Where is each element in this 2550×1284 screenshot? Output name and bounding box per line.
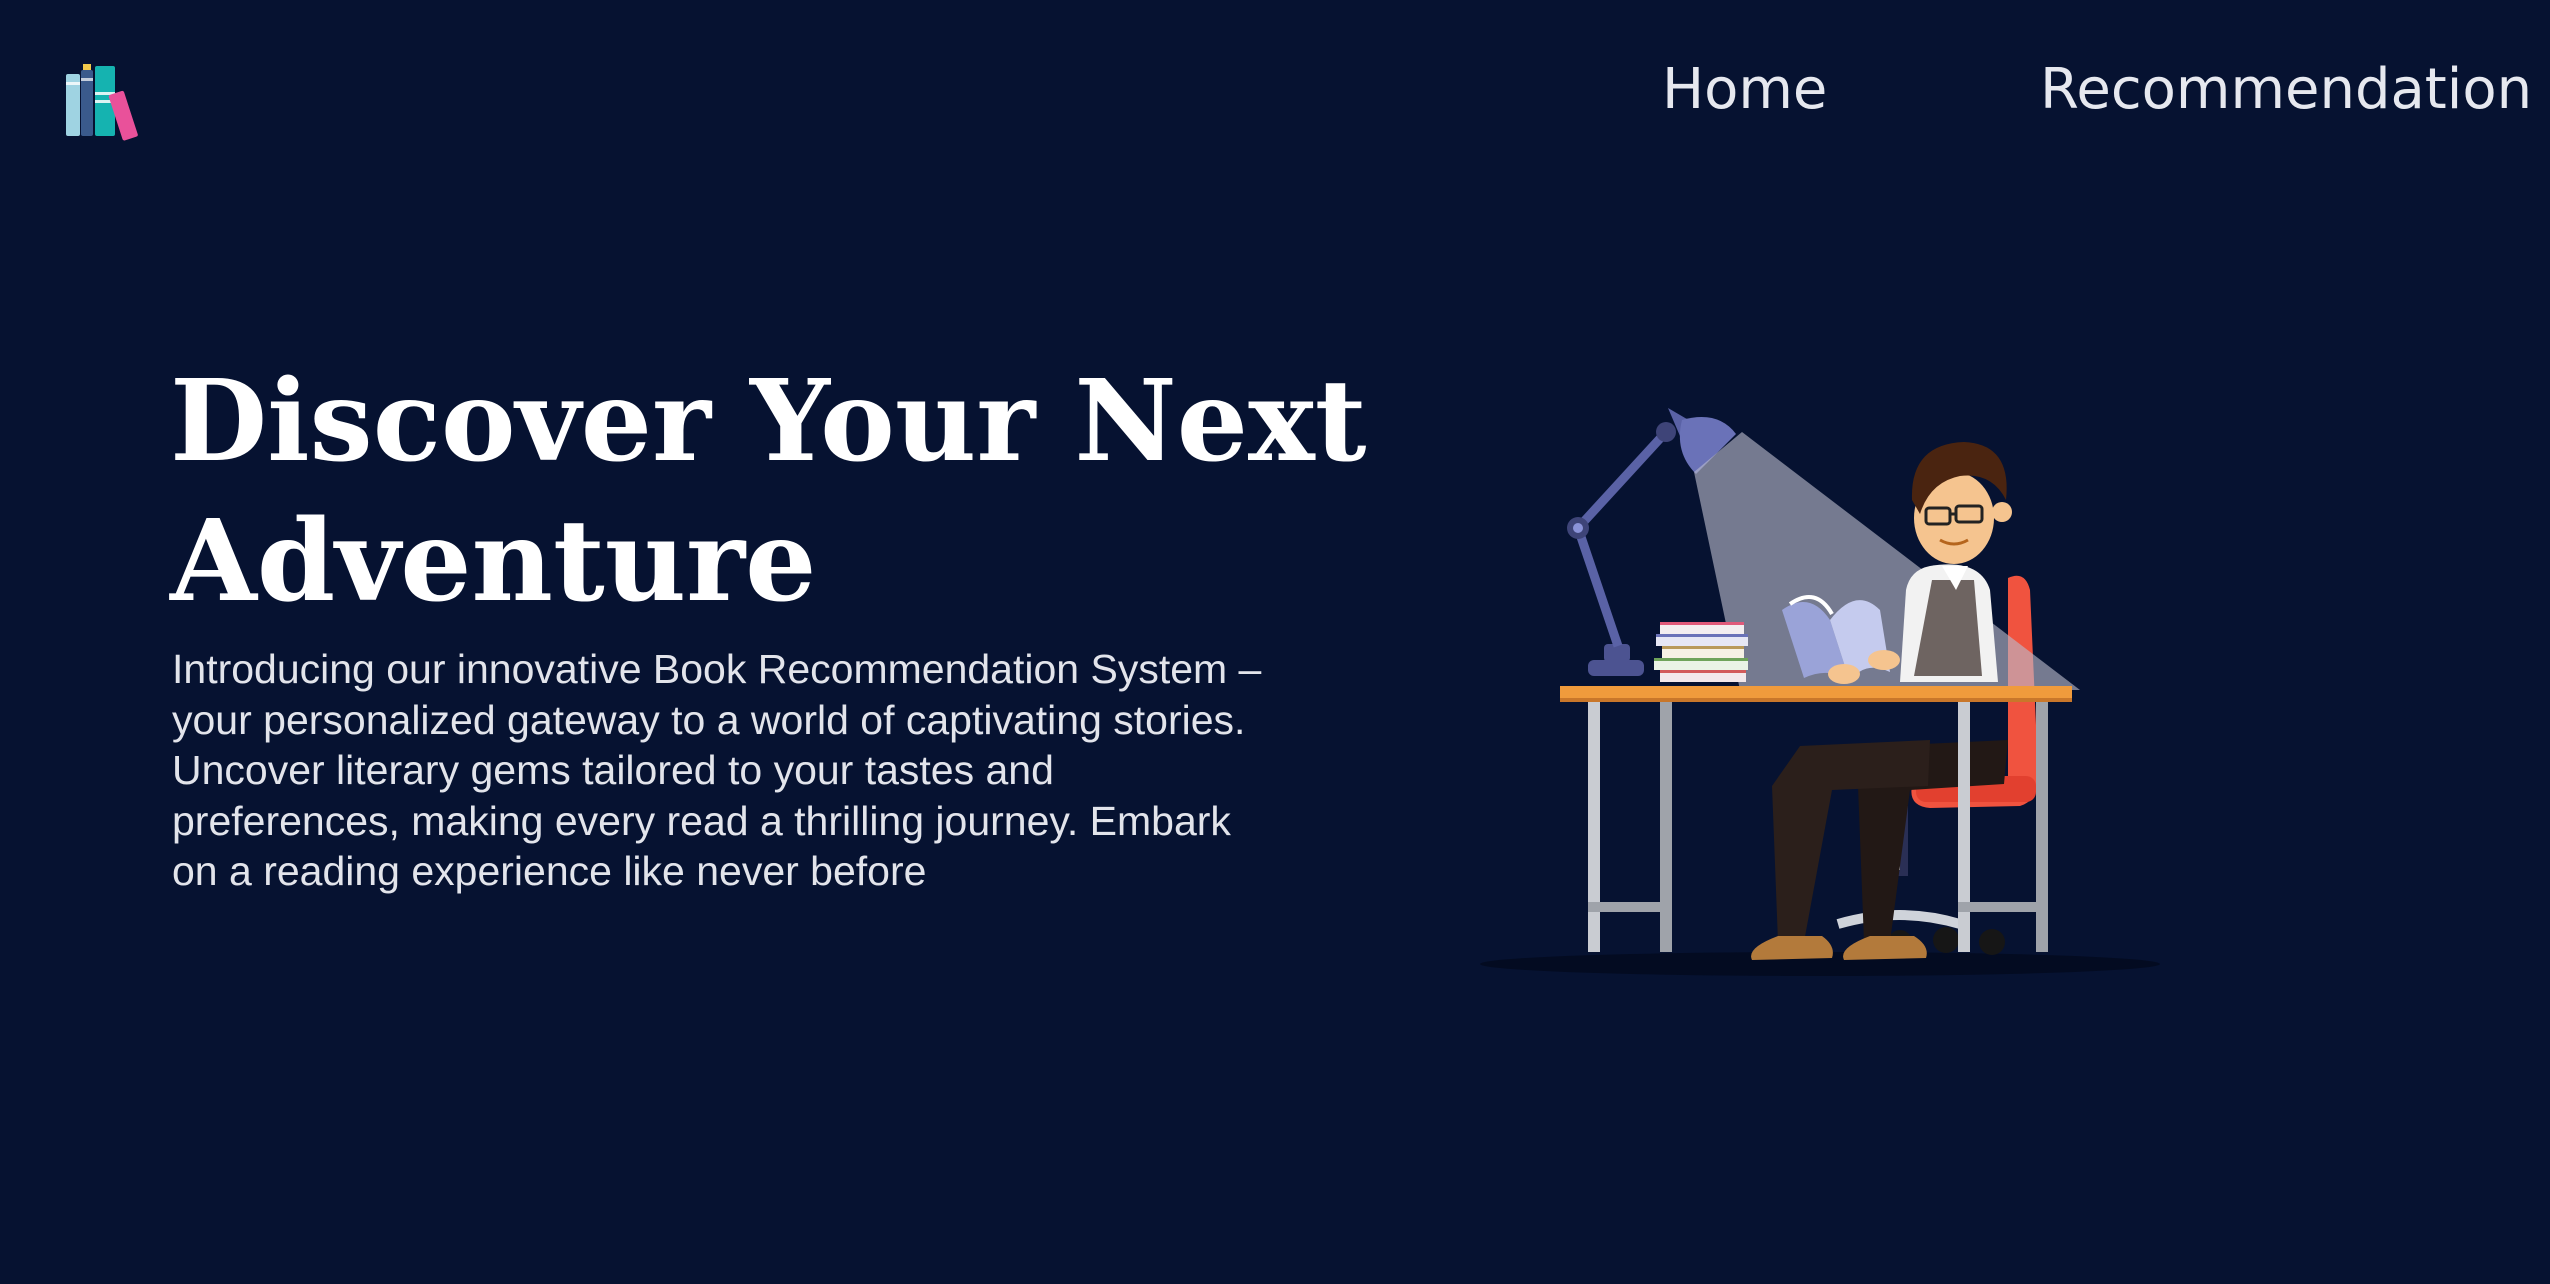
hero-title: Discover Your Next Adventure [170,356,1367,627]
book-stack-icon [1654,622,1748,682]
nav-home-link[interactable]: Home [1662,54,1827,126]
nav-recommendation-link[interactable]: Recommendation [2040,54,2532,126]
hero-description: Introducing our innovative Book Recommen… [172,646,1262,894]
person-reading-at-desk-illustration [1480,408,2160,976]
main-nav: Home Recommendation [0,54,2550,134]
